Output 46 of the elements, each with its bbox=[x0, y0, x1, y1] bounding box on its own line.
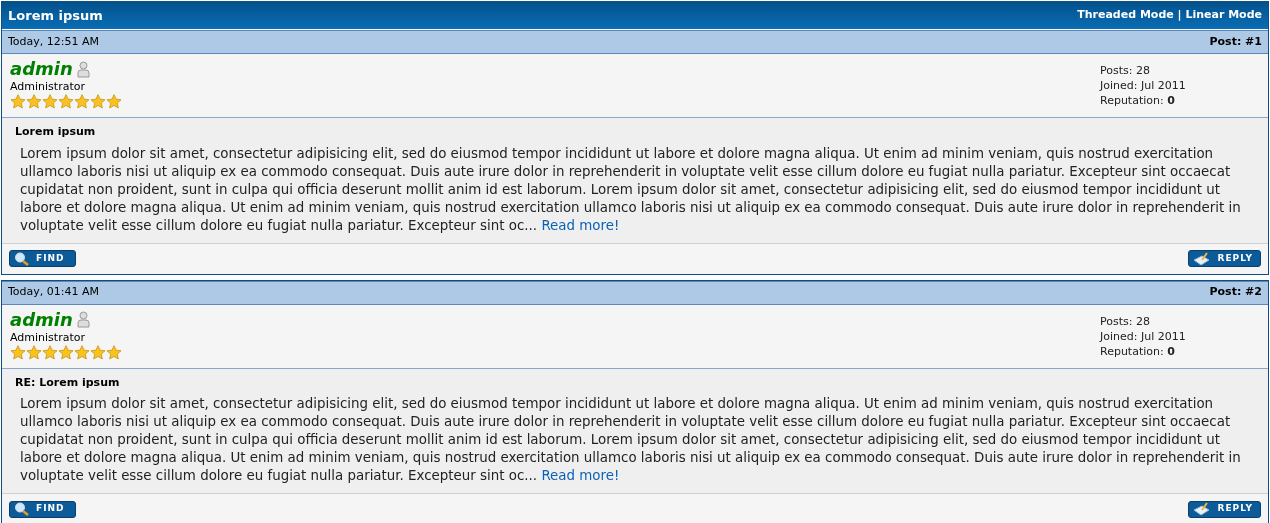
note-pencil-icon bbox=[1193, 502, 1212, 516]
search-icon bbox=[14, 502, 30, 516]
star-icon bbox=[58, 344, 74, 360]
star-icon bbox=[42, 94, 58, 109]
star-icon bbox=[10, 344, 26, 360]
star-icon bbox=[26, 94, 42, 109]
post-date: Today, 12:51 AM bbox=[8, 33, 100, 50]
author-stat: Posts: 28 bbox=[1100, 63, 1151, 78]
view-mode-links[interactable]: Threaded Mode | Linear Mode bbox=[1077, 7, 1262, 24]
author-name[interactable]: admin bbox=[10, 308, 73, 331]
star-icon bbox=[42, 344, 58, 360]
post-subject: RE: Lorem ipsum bbox=[15, 374, 121, 391]
post-date: Today, 01:41 AM bbox=[8, 284, 100, 301]
author-name[interactable]: admin bbox=[10, 58, 73, 80]
star-icon bbox=[10, 94, 26, 109]
star-icon bbox=[106, 94, 122, 109]
star-icon bbox=[74, 94, 90, 109]
star-icon bbox=[74, 344, 90, 360]
post-subject: Lorem ipsum bbox=[15, 124, 97, 140]
find-button[interactable]: FIND bbox=[9, 500, 76, 518]
post-body: Lorem ipsum dolor sit amet, consectetur adipisicing elit, sed do eiusmod tempor incididunt ut labore et dolore magna aliqua. Ut enim ad minim veniam, quis nostrud exercitation ullamco laboris nisi ut aliquip ex ea commodo consequat. Duis aute irure dolor in reprehenderit in voluptate velit esse cillum dolore eu fugiat nulla pariatur. Excepteur sint occaecat cupidatat non proident, sunt in culpa qui officia deserunt mollit anim id est laborum. Lorem ipsum dolor sit amet, consectetur adipisicing elit, sed do eiusmod tempor incididunt ut labore et dolore magna aliqua. Ut enim ad minim veniam, quis nostrud exercitation ullamco laboris nisi ut aliquip ex ea commodo consequat. Duis aute irure dolor in reprehenderit in voluptate velit esse cillum dolore eu fugiat nulla pariatur. Excepteur sint oc... Read more! bbox=[19, 395, 1242, 485]
user-icon bbox=[76, 60, 90, 78]
read-more-link[interactable]: Read more! bbox=[541, 468, 620, 483]
search-icon bbox=[14, 251, 30, 266]
post-number[interactable]: Post: #1 bbox=[1209, 33, 1262, 51]
read-more-link[interactable]: Read more! bbox=[541, 217, 620, 233]
author-role: Administrator bbox=[10, 80, 86, 94]
post-number[interactable]: Post: #2 bbox=[1209, 284, 1262, 301]
author-stat: Reputation: 0 bbox=[1100, 343, 1176, 359]
reply-button[interactable]: REPLY bbox=[1188, 250, 1261, 267]
note-pencil-icon bbox=[1193, 251, 1212, 266]
star-icon bbox=[90, 344, 106, 360]
find-button[interactable]: FIND bbox=[9, 250, 76, 267]
author-role: Administrator bbox=[10, 330, 86, 345]
author-stat: Posts: 28 bbox=[1100, 313, 1151, 329]
thread-title: Lorem ipsum bbox=[8, 6, 103, 25]
reply-button[interactable]: REPLY bbox=[1188, 500, 1261, 518]
post-body: Lorem ipsum dolor sit amet, consectetur adipisicing elit, sed do eiusmod tempor incididunt ut labore et dolore magna aliqua. Ut enim ad minim veniam, quis nostrud exercitation ullamco laboris nisi ut aliquip ex ea commodo consequat. Duis aute irure dolor in reprehenderit in voluptate velit esse cillum dolore eu fugiat nulla pariatur. Excepteur sint occaecat cupidatat non proident, sunt in culpa qui officia deserunt mollit anim id est laborum. Lorem ipsum dolor sit amet, consectetur adipisicing elit, sed do eiusmod tempor incididunt ut labore et dolore magna aliqua. Ut enim ad minim veniam, quis nostrud exercitation ullamco laboris nisi ut aliquip ex ea commodo consequat. Duis aute irure dolor in reprehenderit in voluptate velit esse cillum dolore eu fugiat nulla pariatur. Excepteur sint oc... Read more! bbox=[19, 144, 1242, 235]
author-stat: Joined: Jul 2011 bbox=[1100, 328, 1187, 344]
user-icon bbox=[76, 311, 90, 328]
star-icon bbox=[26, 344, 42, 360]
star-icon bbox=[106, 344, 122, 360]
author-stat: Joined: Jul 2011 bbox=[1100, 78, 1187, 93]
star-icon bbox=[58, 94, 74, 109]
star-icon bbox=[90, 94, 106, 109]
author-stat: Reputation: 0 bbox=[1100, 93, 1176, 108]
